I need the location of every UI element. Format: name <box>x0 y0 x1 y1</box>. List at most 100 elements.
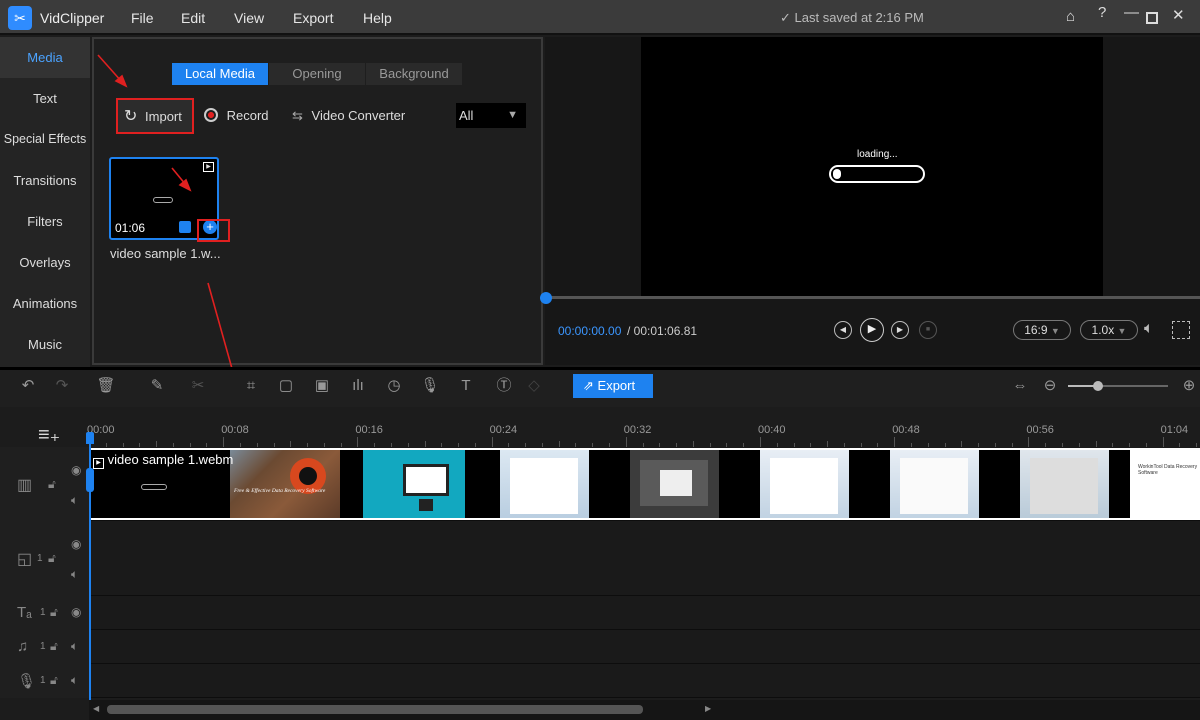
text-to-speech-icon[interactable]: T <box>456 376 476 396</box>
lock-icon[interactable]: 🔓︎ <box>50 673 58 688</box>
music-track <box>0 630 1200 664</box>
loading-bar <box>829 165 925 183</box>
eye-icon[interactable]: ◉ <box>71 463 81 477</box>
ruler-tick <box>491 437 493 447</box>
microphone-icon[interactable]: 🎙︎ <box>420 376 440 396</box>
speaker-icon[interactable]: 🔈︎ <box>71 673 78 688</box>
text-track <box>0 596 1200 630</box>
lock-icon[interactable]: 🔓︎ <box>48 551 56 566</box>
export-label: Export <box>597 378 636 393</box>
zoom-slider-handle[interactable] <box>1093 381 1103 391</box>
loading-text: loading... <box>857 149 898 160</box>
ruler-label: 00:32 <box>623 424 652 436</box>
resize-icon[interactable]: ▢ <box>276 376 296 396</box>
keyframe-icon[interactable]: ◇ <box>524 376 544 396</box>
lock-icon[interactable]: 🔓︎ <box>50 605 58 620</box>
speaker-icon[interactable]: 🔈︎ <box>71 639 78 654</box>
video-type-icon: ▶ <box>93 458 104 469</box>
track-number: 1 <box>37 553 43 564</box>
crop-icon[interactable]: ⌗ <box>241 376 261 396</box>
video-clip[interactable]: Free & Effective Data Recovery Software … <box>89 448 1200 520</box>
total-time: / 00:01:06.81 <box>627 324 698 338</box>
ruler-label: 00:48 <box>892 424 920 436</box>
eye-icon[interactable]: ◉ <box>71 605 81 619</box>
export-button[interactable]: ⇗ Export <box>573 374 653 398</box>
play-button[interactable]: ▶ <box>860 318 884 342</box>
clip-frame <box>1020 450 1109 518</box>
thumbnail-caption: Free & Effective Data Recovery Software <box>234 488 326 494</box>
edit-icon[interactable]: ✎ <box>147 376 167 396</box>
preview-progress-bar[interactable] <box>545 296 1200 299</box>
track-number: 1 <box>40 607 46 618</box>
lock-icon[interactable]: 🔓︎ <box>48 477 56 492</box>
mosaic-icon[interactable]: ▣ <box>312 376 332 396</box>
ruler-label: 01:04 <box>1160 424 1189 436</box>
scrollbar-thumb[interactable] <box>107 705 643 714</box>
music-track-header: ♫ 1 🔓︎ 🔈︎ <box>0 630 89 664</box>
speed-select[interactable]: 1.0x ▼ <box>1080 320 1138 340</box>
lock-icon[interactable]: 🔓︎ <box>50 639 58 654</box>
text-icon: Tₐ <box>17 604 32 621</box>
ruler-tick <box>1162 437 1164 447</box>
ruler-tick <box>357 437 359 447</box>
thumbnail-caption: WorkinTool Data Recovery Software <box>1138 464 1198 476</box>
playhead-handle[interactable] <box>86 432 94 444</box>
playhead[interactable] <box>89 432 91 700</box>
ruler-tick <box>894 437 896 447</box>
ruler-label: 00:24 <box>489 424 518 436</box>
scroll-right-icon[interactable]: ▶ <box>705 704 711 713</box>
video-track-header: ▥ 🔓︎ ◉ 🔈︎ <box>0 447 89 521</box>
progress-handle[interactable] <box>540 292 552 304</box>
stop-button[interactable]: ■ <box>919 321 937 339</box>
chevron-down-icon: ▼ <box>1050 326 1060 336</box>
overlay-icon: ◱ <box>17 551 33 568</box>
clip-frame: Free & Effective Data Recovery Software <box>230 450 340 518</box>
ruler-label: 00:56 <box>1026 424 1054 436</box>
next-frame-button[interactable]: ▶ <box>891 321 909 339</box>
previous-frame-button[interactable]: ◀ <box>834 321 852 339</box>
clip-frame <box>630 450 719 518</box>
zoom-in-icon[interactable]: ⊕ <box>1179 376 1199 396</box>
speaker-icon[interactable]: 🔈︎ <box>71 567 78 582</box>
clip-label: ▶ video sample 1.webm <box>93 452 233 469</box>
fit-timeline-icon[interactable]: ⇔ <box>1010 376 1030 396</box>
speed-value: 1.0x <box>1091 323 1115 337</box>
track-number: 1 <box>40 641 46 652</box>
clip-frame <box>760 450 849 518</box>
voice-track <box>0 664 1200 698</box>
speaker-icon[interactable]: 🔈︎ <box>71 493 78 508</box>
undo-icon[interactable]: ↶ <box>18 376 38 396</box>
fullscreen-icon[interactable] <box>1172 321 1190 339</box>
music-icon: ♫ <box>17 638 29 655</box>
ruler-tick <box>760 437 761 447</box>
freeze-frame-icon[interactable]: ılı <box>348 376 368 396</box>
export-icon: ⇗ <box>583 378 594 393</box>
eye-icon[interactable]: ◉ <box>71 537 81 551</box>
clip-name: video sample 1.webm <box>107 452 234 467</box>
ruler-tick <box>625 437 627 447</box>
zoom-out-icon[interactable]: ⊖ <box>1040 376 1060 396</box>
add-track-icon[interactable]: ≡₊ <box>38 422 60 447</box>
text-track-header: Tₐ 1 🔓︎ ◉ <box>0 596 89 630</box>
duration-icon[interactable]: ◷ <box>384 376 404 396</box>
ruler-tick <box>1028 437 1030 447</box>
speech-to-text-icon[interactable]: Ⓣ <box>494 376 514 396</box>
clip-frame <box>363 450 465 518</box>
cut-icon[interactable]: ✂ <box>188 376 208 396</box>
ruler-label: 00:40 <box>758 424 786 436</box>
redo-icon[interactable]: ↷ <box>52 376 72 396</box>
track-number: 1 <box>40 675 46 686</box>
ruler-label: 00:16 <box>355 424 383 436</box>
delete-icon[interactable]: 🗑︎ <box>96 376 116 396</box>
video-preview: loading... <box>641 37 1103 296</box>
clip-frame: WorkinTool Data Recovery Software <box>1130 450 1200 518</box>
volume-icon[interactable]: 🔈︎ <box>1144 320 1154 338</box>
scroll-left-icon[interactable]: ◀ <box>93 704 99 713</box>
ruler-tick <box>223 437 225 447</box>
ruler-label: 00:08 <box>221 424 249 436</box>
overlay-track <box>0 521 1200 596</box>
timeline-scrollbar[interactable]: ◀ ▶ <box>89 700 1200 720</box>
clip-frame <box>500 450 589 518</box>
current-time: 00:00:00.00 <box>558 324 622 338</box>
aspect-ratio-select[interactable]: 16:9 ▼ <box>1013 320 1071 340</box>
